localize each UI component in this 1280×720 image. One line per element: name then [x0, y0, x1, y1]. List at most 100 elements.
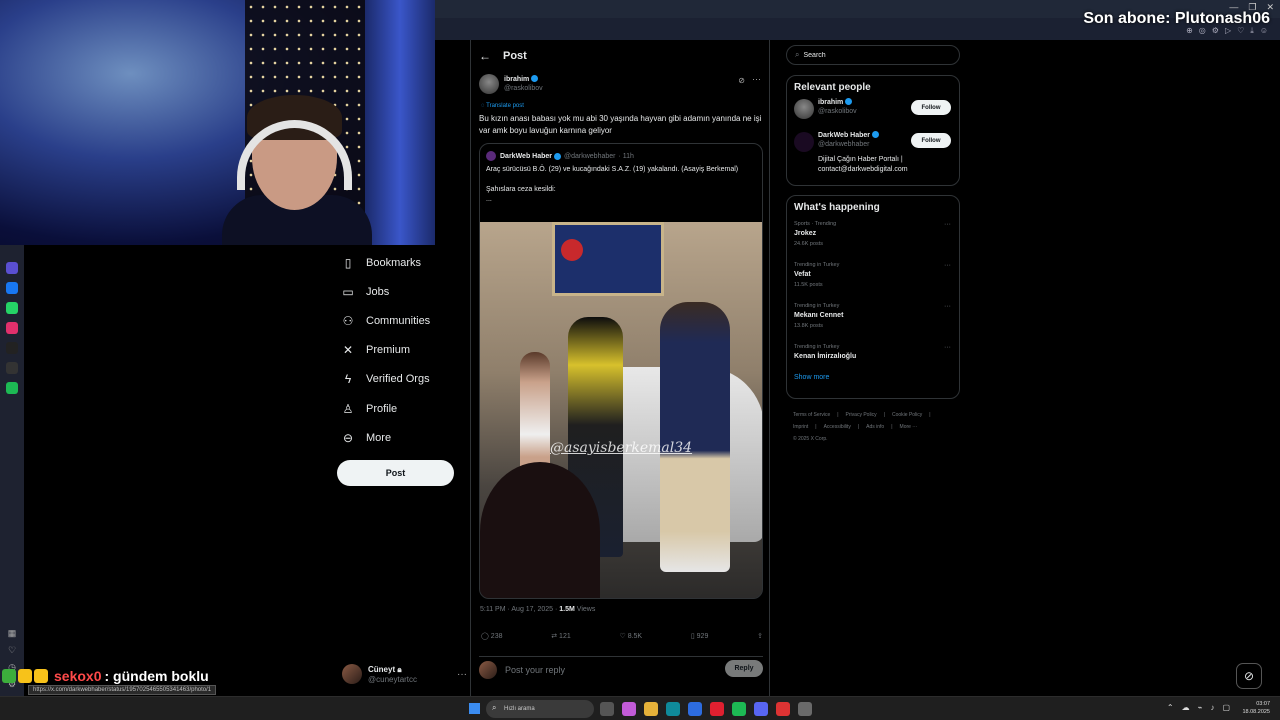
nav-item-jobs[interactable]: ▭ Jobs [338, 277, 468, 306]
aria-icon[interactable] [6, 262, 18, 274]
reply-icon: ◯ [481, 633, 489, 640]
verified-badge-icon [531, 75, 539, 82]
chevron-up-icon[interactable]: ⌃ [1167, 703, 1174, 712]
app-icon[interactable] [776, 702, 790, 716]
footer-link[interactable]: Ads info [866, 424, 884, 430]
file-explorer-icon[interactable] [644, 702, 658, 716]
author-name[interactable]: ibrahim [504, 76, 529, 83]
trend-item[interactable]: Trending in Turkey Mekanı Cennet 13.8K p… [794, 301, 959, 342]
verified-badge-icon [872, 131, 880, 138]
footer-link[interactable]: Privacy Policy [846, 412, 877, 418]
footer-link[interactable]: Terms of Service [793, 412, 830, 418]
follow-button[interactable]: Follow [911, 100, 951, 115]
badge-icon [18, 669, 32, 683]
taskbar-search[interactable]: ⌕ Hızlı arama [486, 700, 594, 718]
reply-action[interactable]: ◯ 238 [481, 632, 502, 640]
trend-item[interactable]: Trending in Turkey Kenan İmirzalıoğlu ··… [794, 342, 959, 374]
nav-item-verified-orgs[interactable]: ϟ Verified Orgs [338, 365, 468, 394]
nav-item-bookmarks[interactable]: ▯ Bookmarks [338, 248, 468, 277]
relevant-people-title: Relevant people [794, 82, 871, 93]
nav-item-premium[interactable]: ✕ Premium [338, 336, 468, 365]
relevant-people-card: Relevant people ibrahim @raskolibov Foll… [786, 75, 960, 186]
messenger-icon[interactable] [6, 282, 18, 294]
like-action[interactable]: ♡ 8.5K [619, 632, 642, 640]
search-input[interactable] [803, 51, 944, 59]
footer-link[interactable]: Accessibility [824, 424, 851, 430]
account-switcher[interactable]: Cüneyt 🔒︎ @cuneytartcc ··· [342, 662, 467, 686]
nav-item-communities[interactable]: ⚇ Communities [338, 306, 468, 335]
post-meta: 5:11 PM · Aug 17, 2025 · 1.5M Views [480, 606, 595, 613]
back-arrow-icon[interactable]: ← [479, 49, 503, 63]
grid-icon[interactable]: ▦ [8, 628, 17, 639]
grok-compose-icon[interactable]: ⊘ [1236, 663, 1262, 689]
reply-button[interactable]: Reply [725, 660, 763, 677]
trend-item[interactable]: Trending in Turkey Vefat 11.5K posts ··· [794, 260, 959, 301]
more-icon[interactable]: ··· [944, 344, 951, 351]
nav-item-more[interactable]: ⊖ More [338, 423, 468, 452]
discord-icon[interactable] [754, 702, 768, 716]
chrome-icon[interactable] [688, 702, 702, 716]
whatsapp-icon[interactable] [6, 302, 18, 314]
notification-icon[interactable]: ▢ [1222, 703, 1230, 712]
opera-icon[interactable] [710, 702, 724, 716]
author-handle[interactable]: @raskolibov [504, 85, 543, 92]
quote-header: DarkWeb Haber @darkwebhaber · 11h [486, 151, 634, 161]
footer-link[interactable]: Imprint [793, 424, 808, 430]
more-icon[interactable]: ··· [944, 303, 951, 310]
reply-input[interactable]: Post your reply [505, 665, 565, 675]
more-icon[interactable]: ··· [457, 669, 467, 680]
windows-start-icon[interactable] [469, 703, 480, 714]
quote-photo[interactable]: @asayisberkemal34 [480, 222, 762, 598]
post-timestamp[interactable]: 5:11 PM · Aug 17, 2025 · [480, 606, 559, 613]
repost-action[interactable]: ⇄ 121 [551, 632, 571, 640]
avatar [479, 661, 497, 679]
more-options-icon[interactable]: ··· [752, 74, 761, 84]
volume-icon[interactable]: ♪ [1210, 703, 1214, 712]
nav-item-profile[interactable]: ♙ Profile [338, 394, 468, 423]
relevant-person[interactable]: ibrahim @raskolibov Follow [794, 93, 959, 126]
avatar [342, 664, 362, 684]
settings-icon[interactable] [798, 702, 812, 716]
tiktok-icon[interactable] [6, 342, 18, 354]
more-icon[interactable]: ··· [944, 262, 951, 269]
spotify-icon[interactable] [6, 382, 18, 394]
bookmark-action[interactable]: ▯ 929 [691, 632, 709, 640]
spotify-icon[interactable] [732, 702, 746, 716]
follow-button[interactable]: Follow [911, 133, 951, 148]
network-icon[interactable]: ⌁ [1198, 703, 1203, 712]
heart-outline-icon[interactable]: ♡ [8, 645, 16, 656]
trend-item[interactable]: Sports · Trending Jrokez 24.6K posts ··· [794, 219, 959, 260]
avatar[interactable] [479, 74, 499, 94]
taskbar-apps [600, 702, 812, 716]
show-more-link[interactable]: Show more [794, 374, 959, 381]
footer-link[interactable]: Cookie Policy [892, 412, 922, 418]
quoted-post[interactable]: DarkWeb Haber @darkwebhaber · 11h Araç s… [479, 143, 763, 599]
reply-composer: Post your reply Reply [479, 656, 763, 680]
footer-link[interactable]: More ··· [900, 424, 918, 430]
bookmark-icon: ▯ [690, 633, 695, 640]
bookmark-icon: ▯ [344, 255, 352, 270]
views-label: Views [574, 606, 596, 613]
person-figure [660, 302, 730, 572]
screen: — ❐ ✕ ⊕ ◎ ⚙ ▷ ♡ ⤓ ☺ Son abone: Plutonash… [0, 0, 1280, 720]
copilot-icon[interactable] [622, 702, 636, 716]
translate-post-link[interactable]: ◌ Translate post [481, 103, 524, 109]
quote-author-name: DarkWeb Haber [500, 152, 553, 160]
relevant-person[interactable]: DarkWeb Haber @darkwebhaber Follow [794, 126, 959, 159]
grok-icon[interactable]: ⊘ [738, 76, 745, 85]
search-icon: ⌕ [795, 50, 800, 59]
edge-icon[interactable] [666, 702, 680, 716]
lock-icon: 🔒︎ [397, 664, 402, 674]
post-author: ibrahim @raskolibov ⊘ ··· [479, 74, 763, 96]
x-icon[interactable] [6, 362, 18, 374]
status-url-tooltip: https://x.com/darkwebhaber/status/195702… [28, 685, 217, 695]
task-view-icon[interactable] [600, 702, 614, 716]
taskbar-clock[interactable]: 03:07 18.08.2025 [1242, 700, 1270, 716]
more-icon[interactable]: ··· [944, 221, 951, 228]
instagram-icon[interactable] [6, 322, 18, 334]
person-icon: ♙ [342, 401, 354, 416]
share-icon[interactable]: ⇪ [757, 632, 763, 640]
cloud-icon[interactable]: ☁ [1182, 703, 1190, 712]
post-button[interactable]: Post [337, 460, 454, 486]
avatar [794, 99, 814, 119]
